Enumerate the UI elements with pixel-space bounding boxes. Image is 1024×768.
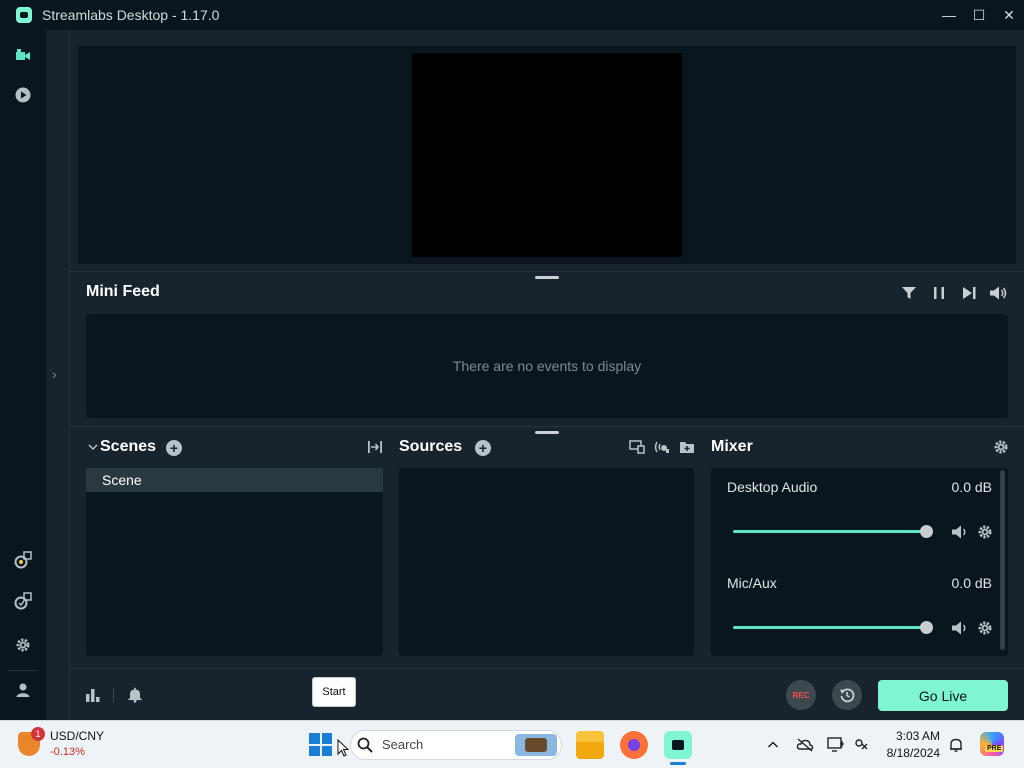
close-button[interactable]: ✕ xyxy=(994,0,1024,30)
nav-divider xyxy=(8,670,38,671)
pause-icon[interactable] xyxy=(930,284,948,302)
scenes-title: Scenes xyxy=(100,438,157,455)
streamlabs-app: Streamlabs Desktop - 1.17.0 — ☐ ✕ › Mini… xyxy=(0,0,1024,720)
streamlabs-logo-icon xyxy=(16,7,32,23)
minifeed-events: There are no events to display xyxy=(86,314,1008,418)
user-icon[interactable] xyxy=(13,680,33,700)
preview-canvas[interactable] xyxy=(412,53,682,257)
mute-icon[interactable] xyxy=(951,619,969,637)
streamlabs-taskbar-icon[interactable] xyxy=(664,731,692,759)
skip-icon[interactable] xyxy=(960,284,978,302)
channel-settings-icon[interactable] xyxy=(976,619,994,637)
sources-list xyxy=(399,468,694,656)
replay-icon xyxy=(840,688,855,703)
display-source-icon[interactable] xyxy=(628,438,646,456)
settings-icon[interactable] xyxy=(13,635,33,655)
audio-source-icon[interactable] xyxy=(653,438,671,456)
notifications-bell-icon[interactable] xyxy=(126,686,144,704)
ticker-symbol[interactable]: USD/CNY xyxy=(50,729,104,743)
replay-buffer-button[interactable] xyxy=(832,680,862,710)
go-live-button[interactable]: Go Live xyxy=(878,680,1008,711)
mixer-channel-label: Mic/Aux xyxy=(727,575,777,591)
scene-item[interactable]: Scene xyxy=(86,468,383,492)
studio-mode-icon[interactable] xyxy=(13,550,33,570)
sidebar-collapse-strip: › xyxy=(46,30,70,720)
minimize-button[interactable]: — xyxy=(934,0,964,30)
scene-transitions-icon[interactable] xyxy=(366,438,384,456)
volume-slider-track[interactable] xyxy=(733,530,927,533)
scenes-list: Scene xyxy=(86,468,383,656)
start-tooltip: Start xyxy=(312,677,356,707)
active-app-indicator xyxy=(670,762,686,765)
chevron-right-icon[interactable]: › xyxy=(52,366,57,382)
bottom-divider xyxy=(113,688,114,702)
mixer-settings-icon[interactable] xyxy=(992,438,1010,456)
search-icon xyxy=(356,736,374,754)
copilot-icon[interactable] xyxy=(980,732,1004,756)
layout-editor-icon[interactable] xyxy=(13,591,33,611)
add-source-button[interactable]: + xyxy=(475,440,491,456)
mute-icon[interactable] xyxy=(951,523,969,541)
notification-bell-icon[interactable] xyxy=(946,735,966,755)
ticker-change: -0.13% xyxy=(50,746,85,758)
filter-icon[interactable] xyxy=(900,284,918,302)
channel-settings-icon[interactable] xyxy=(976,523,994,541)
mixer-channel-label: Desktop Audio xyxy=(727,479,818,495)
clock-time[interactable]: 3:03 AM xyxy=(880,729,940,743)
mixer-scrollbar[interactable] xyxy=(1000,470,1005,650)
mixer-channel-db: 0.0 dB xyxy=(951,479,992,495)
sources-title: Sources xyxy=(399,438,463,455)
performance-stats-icon[interactable] xyxy=(84,686,102,704)
cloud-offline-icon[interactable] xyxy=(795,735,815,755)
add-folder-icon[interactable] xyxy=(678,438,696,456)
add-scene-button[interactable]: + xyxy=(166,440,182,456)
maximize-button[interactable]: ☐ xyxy=(964,0,994,30)
ticker-badge: 1 xyxy=(31,727,45,741)
window-controls: — ☐ ✕ xyxy=(934,0,1024,30)
minifeed-empty-text: There are no events to display xyxy=(452,358,642,374)
network-icon[interactable] xyxy=(852,735,872,755)
editor-icon[interactable] xyxy=(13,45,33,65)
volume-icon[interactable] xyxy=(990,284,1008,302)
mixer-channel-db: 0.0 dB xyxy=(951,575,992,591)
search-highlight-image xyxy=(515,734,557,756)
title-bar: Streamlabs Desktop - 1.17.0 — ☐ ✕ xyxy=(0,0,1024,30)
firefox-icon[interactable] xyxy=(620,731,648,759)
playback-icon[interactable] xyxy=(13,85,33,105)
resize-handle[interactable] xyxy=(535,431,559,434)
windows-start-icon[interactable] xyxy=(309,733,332,756)
resize-handle[interactable] xyxy=(535,276,559,279)
clock-date[interactable]: 8/18/2024 xyxy=(870,746,940,760)
copilot-pre-tag: PRE xyxy=(985,745,1004,752)
display-icon[interactable] xyxy=(826,735,846,755)
stream-preview xyxy=(78,46,1016,264)
preview-divider xyxy=(70,271,1024,272)
mixer-title: Mixer xyxy=(711,438,753,455)
volume-slider-track[interactable] xyxy=(733,626,927,629)
left-nav xyxy=(0,30,46,720)
file-explorer-icon[interactable] xyxy=(576,731,604,759)
chevron-up-icon[interactable] xyxy=(763,735,783,755)
search-placeholder: Search xyxy=(382,737,424,752)
volume-slider-knob[interactable] xyxy=(920,621,933,634)
record-button[interactable]: REC xyxy=(786,680,816,710)
minifeed-title: Mini Feed xyxy=(86,283,160,300)
feed-divider xyxy=(70,426,1024,427)
volume-slider-knob[interactable] xyxy=(920,525,933,538)
window-title: Streamlabs Desktop - 1.17.0 xyxy=(42,7,220,23)
